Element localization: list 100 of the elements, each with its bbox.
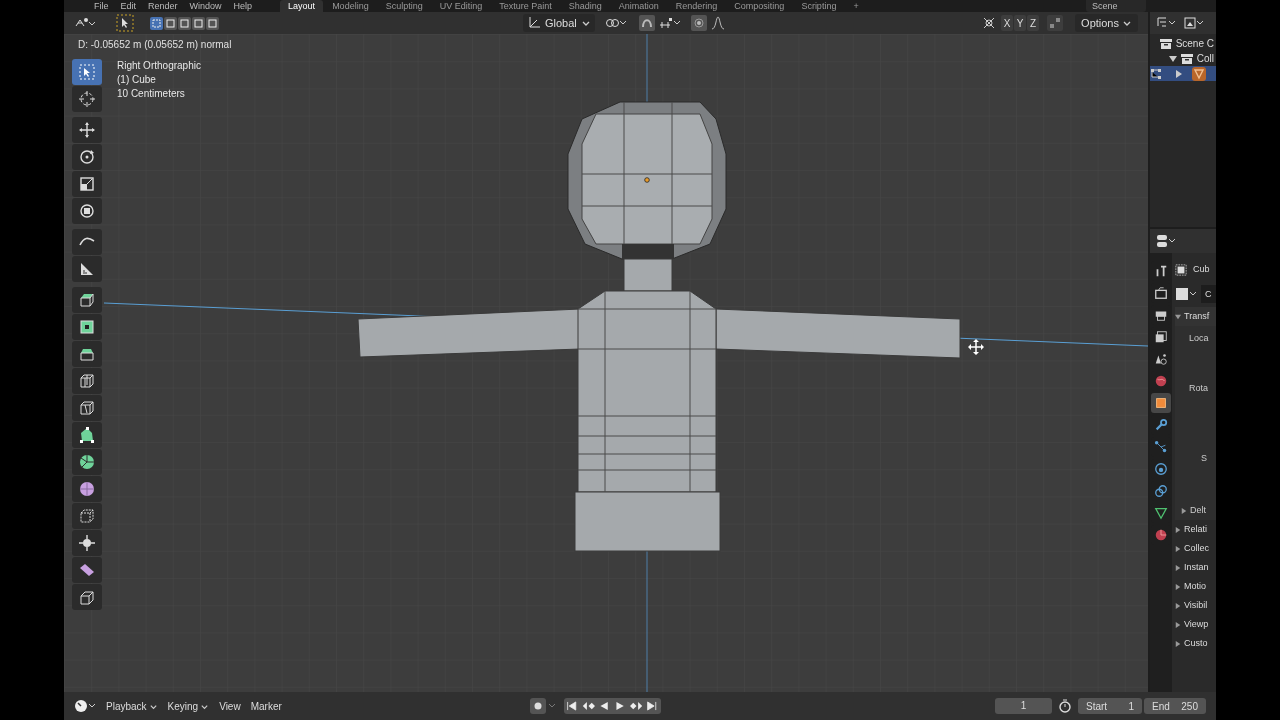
- clock-dropdown-icon[interactable]: [74, 699, 98, 713]
- outliner-item-label[interactable]: Coll: [1196, 51, 1214, 66]
- workspace-tab[interactable]: +: [845, 0, 867, 12]
- tool-button[interactable]: [72, 314, 102, 340]
- next-keyframe-icon[interactable]: [629, 700, 643, 712]
- menu-item[interactable]: File: [94, 0, 109, 12]
- cube-icon: [78, 399, 96, 417]
- object-type-dropdown-icon[interactable]: [1175, 287, 1197, 301]
- panel-header[interactable]: Custo: [1184, 636, 1208, 651]
- workspace-tab[interactable]: UV Editing: [431, 0, 491, 12]
- camera-back-icon: [1154, 286, 1168, 300]
- menu-item[interactable]: Edit: [120, 0, 137, 12]
- falloff-icon[interactable]: [710, 16, 725, 30]
- selection-mode-icon[interactable]: [178, 16, 191, 30]
- menu-item[interactable]: Help: [233, 0, 253, 12]
- orientation-dropdown[interactable]: Global: [523, 14, 595, 32]
- workspace-tab[interactable]: Animation: [610, 0, 667, 12]
- outliner-row[interactable]: [1150, 66, 1216, 81]
- subpanel-header[interactable]: Delt: [1190, 504, 1206, 518]
- tool-button[interactable]: [72, 256, 102, 282]
- snap-icon[interactable]: [638, 15, 655, 31]
- select-mode-icon[interactable]: [116, 14, 134, 32]
- collapsed-arrow-icon[interactable]: [1175, 564, 1181, 571]
- panel-header[interactable]: Collec: [1184, 541, 1209, 556]
- workspace-tab[interactable]: Sculpting: [377, 0, 431, 12]
- selection-mode-icon[interactable]: [192, 16, 205, 30]
- selection-mode-icon[interactable]: [206, 16, 219, 30]
- tool-button[interactable]: [72, 287, 102, 313]
- rotate-icon: [78, 148, 96, 166]
- parallelogram-icon: [78, 561, 96, 579]
- tool-button[interactable]: [72, 395, 102, 421]
- axis-toggle[interactable]: Z: [1027, 15, 1040, 31]
- workspace-tab[interactable]: Shading: [560, 0, 610, 12]
- tool-button[interactable]: [72, 368, 102, 394]
- selection-mode-icon[interactable]: [150, 16, 163, 30]
- workspace-tab[interactable]: Rendering: [667, 0, 726, 12]
- stopwatch-icon[interactable]: [1058, 699, 1072, 713]
- menu-button[interactable]: View: [219, 698, 241, 714]
- panel-header[interactable]: Instan: [1184, 560, 1209, 575]
- menu-button[interactable]: Playback: [106, 698, 158, 714]
- tool-button[interactable]: [72, 171, 102, 197]
- jump-end-icon[interactable]: [645, 700, 659, 712]
- end-frame-field[interactable]: End 250: [1144, 698, 1206, 714]
- mirror-icon[interactable]: [1047, 15, 1064, 31]
- panel-header[interactable]: Relati: [1184, 522, 1207, 537]
- options-dropdown[interactable]: Options: [1075, 14, 1138, 32]
- proportional-edit-icon[interactable]: [690, 15, 707, 31]
- tool-button[interactable]: [72, 530, 102, 556]
- prev-keyframe-icon[interactable]: [581, 700, 595, 712]
- tool-button[interactable]: [72, 117, 102, 143]
- collapsed-arrow-icon[interactable]: [1175, 602, 1181, 609]
- menu-button[interactable]: Keying: [167, 698, 210, 714]
- collapsed-arrow-icon[interactable]: [1175, 526, 1181, 533]
- workspace-tab[interactable]: Layout: [280, 0, 324, 12]
- workspace-tab[interactable]: Modeling: [324, 0, 377, 12]
- workspace-tab[interactable]: Scripting: [793, 0, 845, 12]
- polygon-icon: [78, 426, 96, 444]
- tool-button[interactable]: [72, 422, 102, 448]
- axis-toggle[interactable]: X: [1001, 15, 1014, 31]
- outliner-display-icon[interactable]: [1156, 16, 1178, 30]
- collapsed-arrow-icon[interactable]: [1175, 69, 1183, 78]
- snap-target-icon[interactable]: [658, 16, 683, 30]
- record-button-icon[interactable]: [529, 698, 556, 714]
- collapsed-arrow-icon[interactable]: [1175, 583, 1181, 590]
- current-frame-field[interactable]: 1: [995, 698, 1052, 714]
- axes-icon: [527, 16, 541, 30]
- menu-item[interactable]: Window: [189, 0, 222, 12]
- link-icon[interactable]: [604, 16, 629, 30]
- tool-button[interactable]: [72, 476, 102, 502]
- editor-type-icon[interactable]: [1156, 234, 1178, 248]
- filter-icon[interactable]: [1184, 16, 1206, 30]
- jump-start-icon[interactable]: [565, 700, 579, 712]
- scene-field[interactable]: Scene: [1086, 0, 1146, 12]
- tool-button[interactable]: [72, 198, 102, 224]
- collapsed-arrow-icon[interactable]: [1181, 508, 1187, 514]
- tool-button[interactable]: [72, 341, 102, 367]
- tool-button[interactable]: [72, 557, 102, 583]
- selection-mode-icon[interactable]: [164, 16, 177, 30]
- expanded-arrow-icon[interactable]: [1175, 313, 1181, 320]
- collapsed-arrow-icon[interactable]: [1175, 545, 1181, 552]
- axis-toggle[interactable]: Y: [1014, 15, 1027, 31]
- field-value: 1: [1128, 699, 1134, 714]
- field-label: S: [1201, 453, 1207, 463]
- outliner-item-label[interactable]: Scene C: [1175, 36, 1214, 51]
- menu-item[interactable]: Render: [148, 0, 178, 12]
- tool-button[interactable]: [72, 144, 102, 170]
- expanded-arrow-icon[interactable]: [1168, 54, 1177, 63]
- workspace-tab[interactable]: Compositing: [726, 0, 793, 12]
- properties-tab[interactable]: [1151, 393, 1171, 413]
- panel-header[interactable]: Motio: [1184, 579, 1206, 594]
- tool-button[interactable]: [72, 229, 102, 255]
- workspace-tab[interactable]: Texture Paint: [491, 0, 560, 12]
- panel-header[interactable]: Visibil: [1184, 598, 1208, 613]
- collapsed-arrow-icon[interactable]: [1175, 640, 1181, 647]
- panel-header[interactable]: Viewp: [1184, 617, 1209, 632]
- menu-button[interactable]: Marker: [250, 698, 282, 714]
- collapsed-arrow-icon[interactable]: [1175, 621, 1181, 628]
- start-frame-field[interactable]: Start 1: [1078, 698, 1142, 714]
- tool-button[interactable]: [72, 449, 102, 475]
- object-name-field[interactable]: C: [1201, 285, 1216, 303]
